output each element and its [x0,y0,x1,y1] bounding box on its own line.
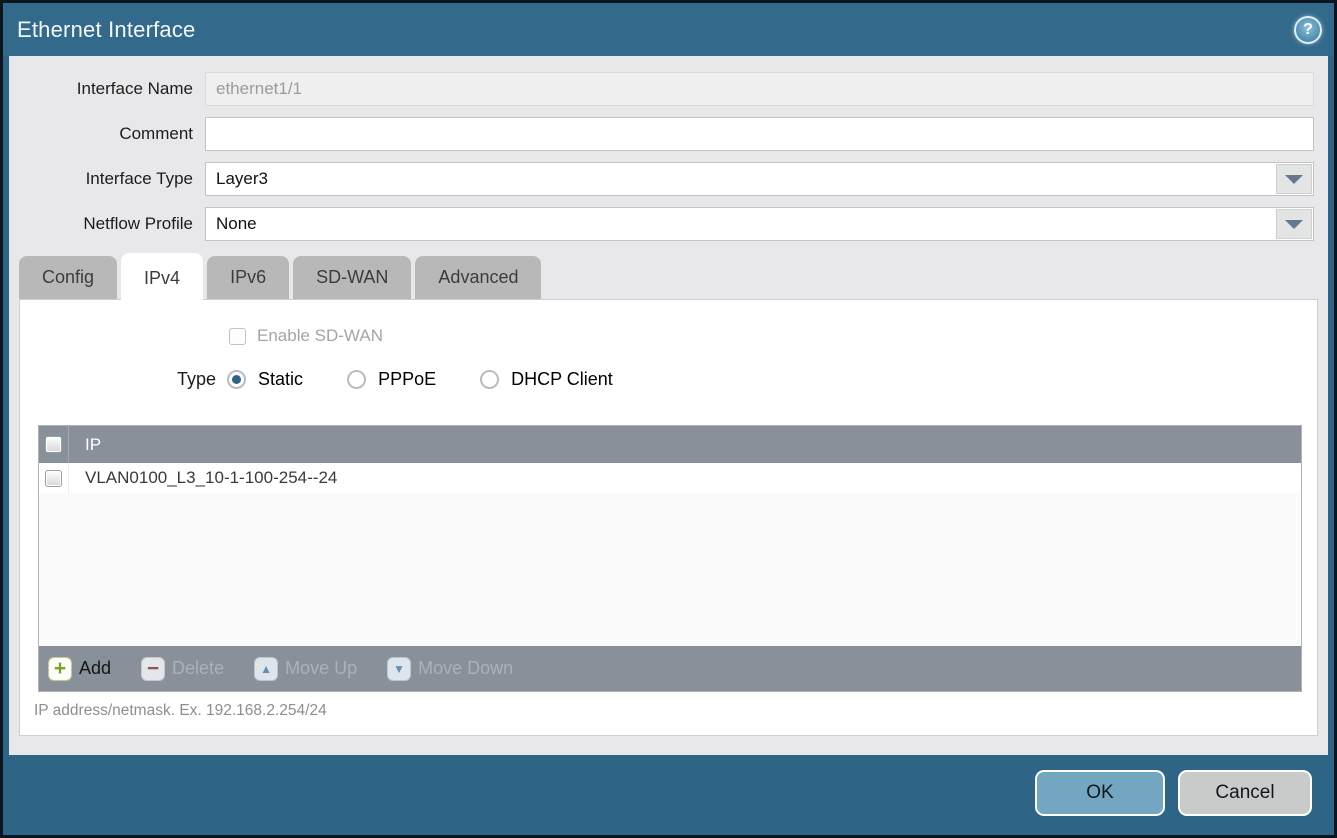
radio-option-pppoe[interactable]: PPPoE [347,369,436,390]
netflow-profile-label: Netflow Profile [9,214,205,234]
add-button[interactable]: + Add [48,657,111,681]
tab-ipv4[interactable]: IPv4 [121,253,203,300]
comment-field[interactable] [205,117,1314,151]
interface-type-value: Layer3 [206,163,1313,195]
interface-name-field: ethernet1/1 [205,72,1314,106]
ip-format-hint: IP address/netmask. Ex. 192.168.2.254/24 [34,702,327,720]
radio-option-static[interactable]: Static [227,369,303,390]
radio-option-dhcp-client[interactable]: DHCP Client [480,369,613,390]
column-header-ip: IP [69,435,101,455]
chevron-down-icon [1285,220,1303,229]
netflow-profile-value: None [206,208,1313,240]
interface-type-dropdown[interactable]: Layer3 [205,162,1314,196]
row-checkbox[interactable] [45,470,62,487]
radio-label-pppoe: PPPoE [378,369,436,390]
tab-config[interactable]: Config [19,256,117,299]
radio-icon[interactable] [347,370,366,389]
radio-icon[interactable] [480,370,499,389]
delete-button[interactable]: − Delete [141,657,224,681]
netflow-profile-dropdown[interactable]: None [205,207,1314,241]
table-toolbar: + Add − Delete ▲ Move Up ▼ Move Down [39,646,1301,691]
interface-type-label: Interface Type [9,169,205,189]
tab-bar: Config IPv4 IPv6 SD-WAN Advanced [19,252,1328,299]
arrow-up-icon: ▲ [254,657,278,681]
interface-type-dropdown-button[interactable] [1276,164,1312,194]
netflow-profile-dropdown-button[interactable] [1276,209,1312,239]
move-up-button-label: Move Up [285,658,357,679]
enable-sdwan-row: Enable SD-WAN [20,300,1317,346]
tab-sd-wan[interactable]: SD-WAN [293,256,411,299]
table-row[interactable]: VLAN0100_L3_10-1-100-254--24 [39,463,1301,493]
table-header: IP [39,426,1301,463]
cancel-button[interactable]: Cancel [1178,770,1312,816]
delete-button-label: Delete [172,658,224,679]
dialog-content: Interface Name ethernet1/1 Comment Inter… [9,56,1328,755]
ip-address-table: IP VLAN0100_L3_10-1-100-254--24 + Add [38,425,1302,692]
radio-icon[interactable] [227,370,246,389]
ethernet-interface-dialog: Ethernet Interface ? Interface Name ethe… [0,0,1337,838]
form-row-comment: Comment [9,117,1314,151]
radio-label-dhcp-client: DHCP Client [511,369,613,390]
type-radio-group: Type Static PPPoE DHCP Client [177,369,1317,390]
ip-cell: VLAN0100_L3_10-1-100-254--24 [69,468,337,488]
arrow-down-icon: ▼ [387,657,411,681]
ok-button[interactable]: OK [1035,770,1165,816]
table-body: VLAN0100_L3_10-1-100-254--24 [39,463,1301,646]
dialog-title: Ethernet Interface [17,17,195,43]
help-icon[interactable]: ? [1294,16,1322,44]
enable-sdwan-checkbox[interactable] [229,328,246,345]
tab-ipv6[interactable]: IPv6 [207,256,289,299]
type-label: Type [177,369,216,390]
chevron-down-icon [1285,175,1303,184]
move-down-button-label: Move Down [418,658,513,679]
comment-label: Comment [9,124,205,144]
select-all-checkbox[interactable] [45,436,62,453]
form-row-interface-name: Interface Name ethernet1/1 [9,72,1314,106]
interface-name-label: Interface Name [9,79,205,99]
radio-label-static: Static [258,369,303,390]
form-row-netflow-profile: Netflow Profile None [9,207,1314,241]
plus-icon: + [48,657,72,681]
dialog-titlebar: Ethernet Interface ? [3,3,1334,56]
interface-form: Interface Name ethernet1/1 Comment Inter… [9,56,1328,241]
move-up-button[interactable]: ▲ Move Up [254,657,357,681]
form-row-interface-type: Interface Type Layer3 [9,162,1314,196]
minus-icon: − [141,657,165,681]
tab-advanced[interactable]: Advanced [415,256,541,299]
add-button-label: Add [79,658,111,679]
move-down-button[interactable]: ▼ Move Down [387,657,513,681]
enable-sdwan-label: Enable SD-WAN [257,326,383,346]
ipv4-tab-panel: Enable SD-WAN Type Static PPPoE DHCP Cli… [19,299,1318,736]
dialog-footer: OK Cancel [3,751,1334,835]
